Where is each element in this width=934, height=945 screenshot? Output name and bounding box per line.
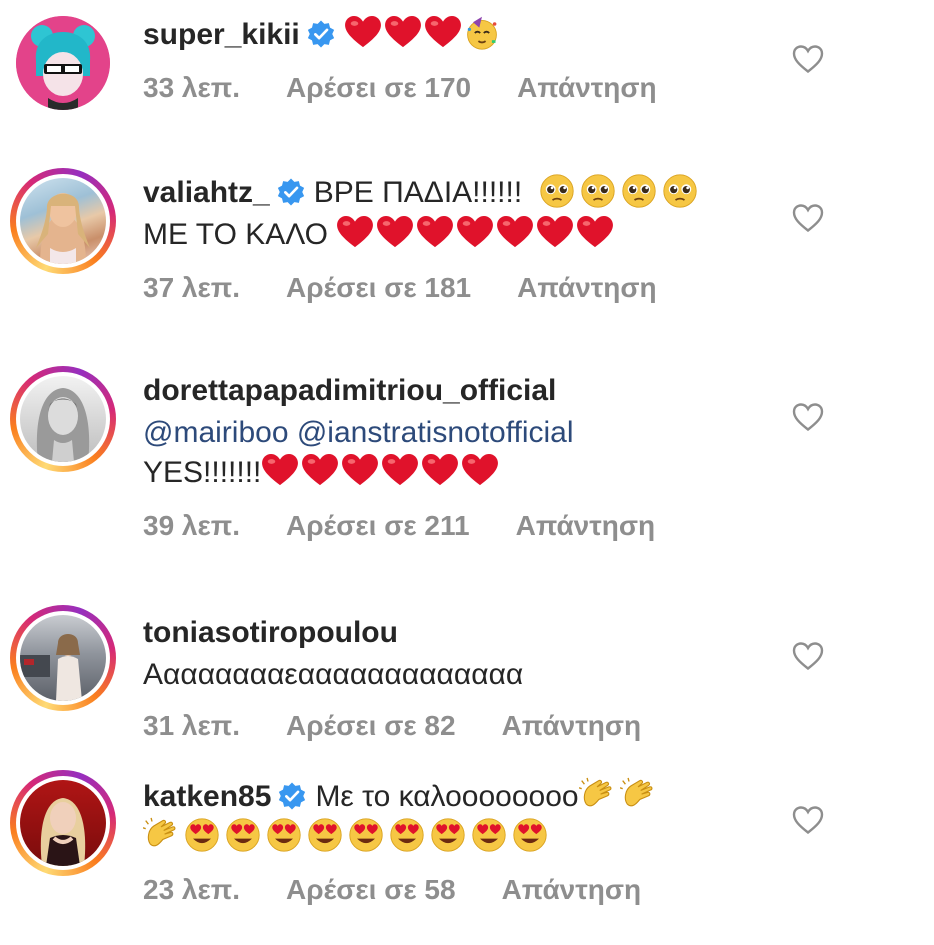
heart-eyes-face-icon xyxy=(512,817,548,853)
timestamp: 37 λεπ. xyxy=(143,272,241,303)
likes-count[interactable]: Αρέσει σε 58 xyxy=(286,874,456,905)
comment-text: dorettapapadimitriou_official xyxy=(143,370,556,412)
like-heart-outline-icon[interactable] xyxy=(792,203,824,233)
timestamp: 31 λεπ. xyxy=(143,710,241,741)
heart-eyes-face-icon xyxy=(225,817,261,853)
comment-text: toniasotiropoulou xyxy=(143,612,398,654)
clapping-hands-icon xyxy=(579,777,615,813)
comment-meta: 37 λεπ. Αρέσει σε 181 Απάντηση xyxy=(143,272,703,304)
avatar[interactable] xyxy=(10,605,116,711)
mention-link[interactable]: @mairiboo @ianstratisnotofficial xyxy=(143,416,574,449)
avatar[interactable] xyxy=(10,770,116,876)
party-face-icon xyxy=(464,15,500,51)
pleading-face-icon xyxy=(539,173,575,209)
comment-body: ΜΕ ΤΟ ΚΑΛΟ xyxy=(143,218,329,251)
clapping-hands-icon xyxy=(143,817,179,853)
red-heart-icon xyxy=(416,215,454,249)
heart-eyes-face-icon xyxy=(184,817,220,853)
likes-count[interactable]: Αρέσει σε 181 xyxy=(286,272,471,303)
reply-button[interactable]: Απάντηση xyxy=(516,510,656,541)
avatar[interactable] xyxy=(10,168,116,274)
red-heart-icon xyxy=(536,215,574,249)
comment-body: ΒΡΕ ΠΑΔΙΑ!!!!!! xyxy=(313,176,523,209)
comment-mentions: @mairiboo @ianstratisnotofficial xyxy=(143,412,574,454)
red-heart-icon xyxy=(456,215,494,249)
like-heart-outline-icon[interactable] xyxy=(792,805,824,835)
like-heart-outline-icon[interactable] xyxy=(792,44,824,74)
red-heart-icon xyxy=(341,453,379,487)
comment-text-line2 xyxy=(143,816,553,858)
pleading-face-icon xyxy=(621,173,657,209)
comment-body: Ααααααααεααααααααααααα xyxy=(143,658,524,691)
profile-photo-icon xyxy=(20,634,82,701)
like-heart-outline-icon[interactable] xyxy=(792,402,824,432)
red-heart-icon xyxy=(376,215,414,249)
heart-eyes-face-icon xyxy=(430,817,466,853)
profile-photo-icon xyxy=(36,193,90,264)
avatar[interactable] xyxy=(10,10,116,116)
reply-button[interactable]: Απάντηση xyxy=(517,272,657,303)
heart-eyes-face-icon xyxy=(307,817,343,853)
red-heart-icon xyxy=(461,453,499,487)
likes-count[interactable]: Αρέσει σε 211 xyxy=(286,510,470,541)
likes-count[interactable]: Αρέσει σε 170 xyxy=(286,72,471,103)
red-heart-icon xyxy=(301,453,339,487)
reply-button[interactable]: Απάντηση xyxy=(502,874,642,905)
red-heart-icon xyxy=(261,453,299,487)
red-heart-icon xyxy=(576,215,614,249)
comment-body: YES!!!!!!! xyxy=(143,456,262,489)
clapping-hands-icon xyxy=(620,777,656,813)
verified-badge-icon xyxy=(276,177,306,207)
comment-meta: 23 λεπ. Αρέσει σε 58 Απάντηση xyxy=(143,874,687,906)
comment-text: super_kikii xyxy=(143,14,505,56)
red-heart-icon xyxy=(384,15,422,49)
red-heart-icon xyxy=(496,215,534,249)
likes-count[interactable]: Αρέσει σε 82 xyxy=(286,710,456,741)
comment-text-line2: ΜΕ ΤΟ ΚΑΛΟ xyxy=(143,214,616,256)
comment-text: katken85 Με το καλοοοοοοοο xyxy=(143,776,661,818)
username[interactable]: valiahtz_ xyxy=(143,176,270,209)
reply-button[interactable]: Απάντηση xyxy=(517,72,657,103)
heart-eyes-face-icon xyxy=(389,817,425,853)
reply-button[interactable]: Απάντηση xyxy=(502,710,642,741)
profile-photo-icon xyxy=(40,798,86,866)
comment-meta: 33 λεπ. Αρέσει σε 170 Απάντηση xyxy=(143,72,703,104)
username[interactable]: katken85 xyxy=(143,780,271,813)
comment-meta: 31 λεπ. Αρέσει σε 82 Απάντηση xyxy=(143,710,687,742)
comment-meta: 39 λεπ. Αρέσει σε 211 Απάντηση xyxy=(143,510,701,542)
heart-eyes-face-icon xyxy=(266,817,302,853)
profile-photo-icon xyxy=(36,388,90,462)
heart-eyes-face-icon xyxy=(471,817,507,853)
cartoon-avatar-icon xyxy=(16,16,110,110)
comment-body: Με το καλοοοοοοοο xyxy=(315,780,579,813)
verified-badge-icon xyxy=(306,19,336,49)
pleading-face-icon xyxy=(662,173,698,209)
red-heart-icon xyxy=(424,15,462,49)
timestamp: 23 λεπ. xyxy=(143,874,241,905)
username[interactable]: dorettapapadimitriou_official xyxy=(143,374,556,407)
timestamp: 33 λεπ. xyxy=(143,72,241,103)
red-heart-icon xyxy=(421,453,459,487)
comment-text: valiahtz_ ΒΡΕ ΠΑΔΙΑ!!!!!! xyxy=(143,172,703,214)
red-heart-icon xyxy=(381,453,419,487)
red-heart-icon xyxy=(336,215,374,249)
red-heart-icon xyxy=(344,15,382,49)
username[interactable]: toniasotiropoulou xyxy=(143,616,398,649)
pleading-face-icon xyxy=(580,173,616,209)
comment-text-line2: YES!!!!!!! xyxy=(143,452,501,494)
timestamp: 39 λεπ. xyxy=(143,510,241,541)
verified-badge-icon xyxy=(277,781,307,811)
avatar[interactable] xyxy=(10,366,116,472)
username[interactable]: super_kikii xyxy=(143,18,300,51)
comment-text-line2: Ααααααααεααααααααααααα xyxy=(143,654,523,696)
like-heart-outline-icon[interactable] xyxy=(792,641,824,671)
heart-eyes-face-icon xyxy=(348,817,384,853)
